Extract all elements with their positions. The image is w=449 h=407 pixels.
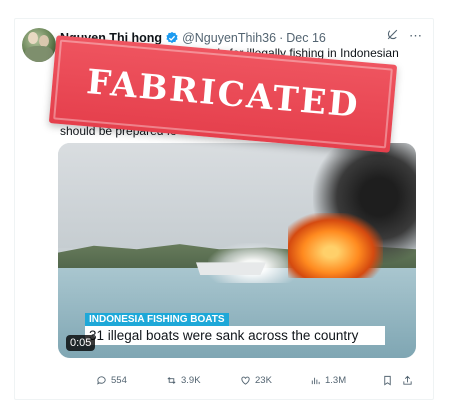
reply-icon xyxy=(97,376,106,385)
author-handle[interactable]: @NguyenThih36 xyxy=(182,31,276,45)
bookmark-button[interactable] xyxy=(382,375,393,386)
video-caption-tag: INDONESIA FISHING BOATS xyxy=(85,313,229,326)
video-fire xyxy=(288,213,383,278)
video-caption-main: 31 illegal boats were sank across the co… xyxy=(85,326,385,345)
video-timecode: 0:05 xyxy=(66,335,96,351)
verified-badge-icon xyxy=(166,31,178,44)
reply-button[interactable]: 554 xyxy=(96,375,127,386)
views-count: 1.3M xyxy=(325,375,347,386)
like-count: 23K xyxy=(255,375,272,386)
repost-button[interactable]: 3.9K xyxy=(166,375,201,386)
repost-icon xyxy=(167,377,176,384)
views-button[interactable]: 1.3M xyxy=(310,375,346,386)
grok-icon[interactable] xyxy=(386,28,399,44)
more-icon[interactable]: ⋯ xyxy=(409,28,422,44)
tweet-video[interactable]: INDONESIA FISHING BOATS 31 illegal boats… xyxy=(58,143,416,358)
header-separator: · xyxy=(279,31,284,45)
heart-icon xyxy=(241,376,250,385)
share-button[interactable] xyxy=(402,375,413,386)
repost-count: 3.9K xyxy=(181,375,201,386)
share-icon xyxy=(403,375,412,385)
avatar[interactable] xyxy=(22,28,56,62)
analytics-icon xyxy=(311,377,320,385)
reply-count: 554 xyxy=(111,375,127,386)
tweet-date[interactable]: Dec 16 xyxy=(286,31,326,45)
like-button[interactable]: 23K xyxy=(240,375,272,386)
bookmark-icon xyxy=(384,375,391,386)
tweet-top-icons: ⋯ xyxy=(386,28,422,44)
tweet-actions: 554 3.9K 23K 1.3M xyxy=(96,375,416,389)
